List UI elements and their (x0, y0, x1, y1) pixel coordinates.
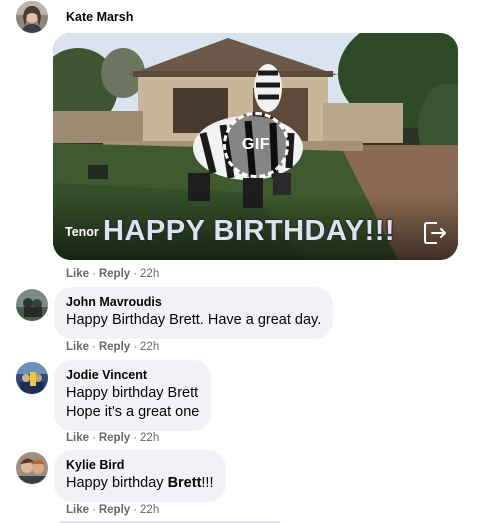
separator-dot: · (92, 341, 96, 353)
avatar-kylie-bird[interactable] (16, 452, 48, 484)
timestamp-link[interactable]: 22h (140, 504, 159, 516)
gif-badge-label: GIF (241, 136, 271, 153)
reply-link[interactable]: Reply (99, 432, 130, 444)
comment-bubble: Kylie Bird Happy birthday Brett!!! (54, 450, 226, 502)
reply-link[interactable]: Reply (99, 504, 130, 516)
comment-author-name[interactable]: Kate Marsh (66, 10, 133, 24)
timestamp-link[interactable]: 22h (140, 268, 159, 280)
like-link[interactable]: Like (66, 504, 89, 516)
like-link[interactable]: Like (66, 268, 89, 280)
gif-attachment[interactable]: GIF Tenor HAPPY BIRTHDAY!!! (53, 33, 458, 260)
comment-actions: Like · Reply · 22h (66, 341, 159, 353)
like-link[interactable]: Like (66, 432, 89, 444)
avatar-jodie-vincent[interactable] (16, 362, 48, 394)
separator-dot: · (133, 504, 138, 516)
comments-thread: Kate Marsh GIF Tenor HAPPY BIRTHDAY!!! L… (0, 0, 495, 523)
separator-dot: · (133, 341, 138, 353)
like-link[interactable]: Like (66, 341, 89, 353)
mention-link[interactable]: Brett (168, 475, 202, 491)
comment-text-prefix: Happy birthday (66, 475, 168, 491)
tenor-attribution[interactable]: Tenor (65, 225, 99, 239)
reply-link[interactable]: Reply (99, 268, 130, 280)
open-external-icon[interactable] (423, 220, 447, 246)
separator-dot: · (92, 504, 96, 516)
comment-text-line: Hope it's a great one (66, 404, 200, 420)
comment-actions: Like · Reply · 22h (66, 504, 159, 516)
comment-text: Happy birthday Brett!!! (66, 474, 214, 493)
avatar-john-mavroudis[interactable] (16, 289, 48, 321)
comment-author-name[interactable]: Kylie Bird (66, 458, 214, 472)
comment-bubble: John Mavroudis Happy Birthday Brett. Hav… (54, 287, 334, 339)
comment-text: Happy Birthday Brett. Have a great day. (66, 312, 322, 328)
separator-dot: · (133, 268, 138, 280)
gif-caption-text: HAPPY BIRTHDAY!!! (103, 215, 396, 247)
avatar-kate-marsh[interactable] (16, 1, 48, 33)
separator-dot: · (92, 432, 96, 444)
comment-actions: Like · Reply · 22h (66, 268, 159, 280)
separator-dot: · (92, 268, 96, 280)
timestamp-link[interactable]: 22h (140, 341, 159, 353)
comment-text-line: Happy birthday Brett (66, 385, 199, 401)
comment-author-name[interactable]: John Mavroudis (66, 295, 321, 309)
comment-actions: Like · Reply · 22h (66, 432, 159, 444)
comment-author-name[interactable]: Jodie Vincent (66, 368, 199, 382)
comment-bubble: Jodie Vincent Happy birthday Brett Hope … (54, 360, 212, 431)
reply-link[interactable]: Reply (99, 341, 130, 353)
comment-text-suffix: !!! (201, 475, 214, 491)
separator-dot: · (133, 432, 138, 444)
timestamp-link[interactable]: 22h (140, 432, 159, 444)
gif-play-badge[interactable]: GIF (223, 112, 289, 178)
